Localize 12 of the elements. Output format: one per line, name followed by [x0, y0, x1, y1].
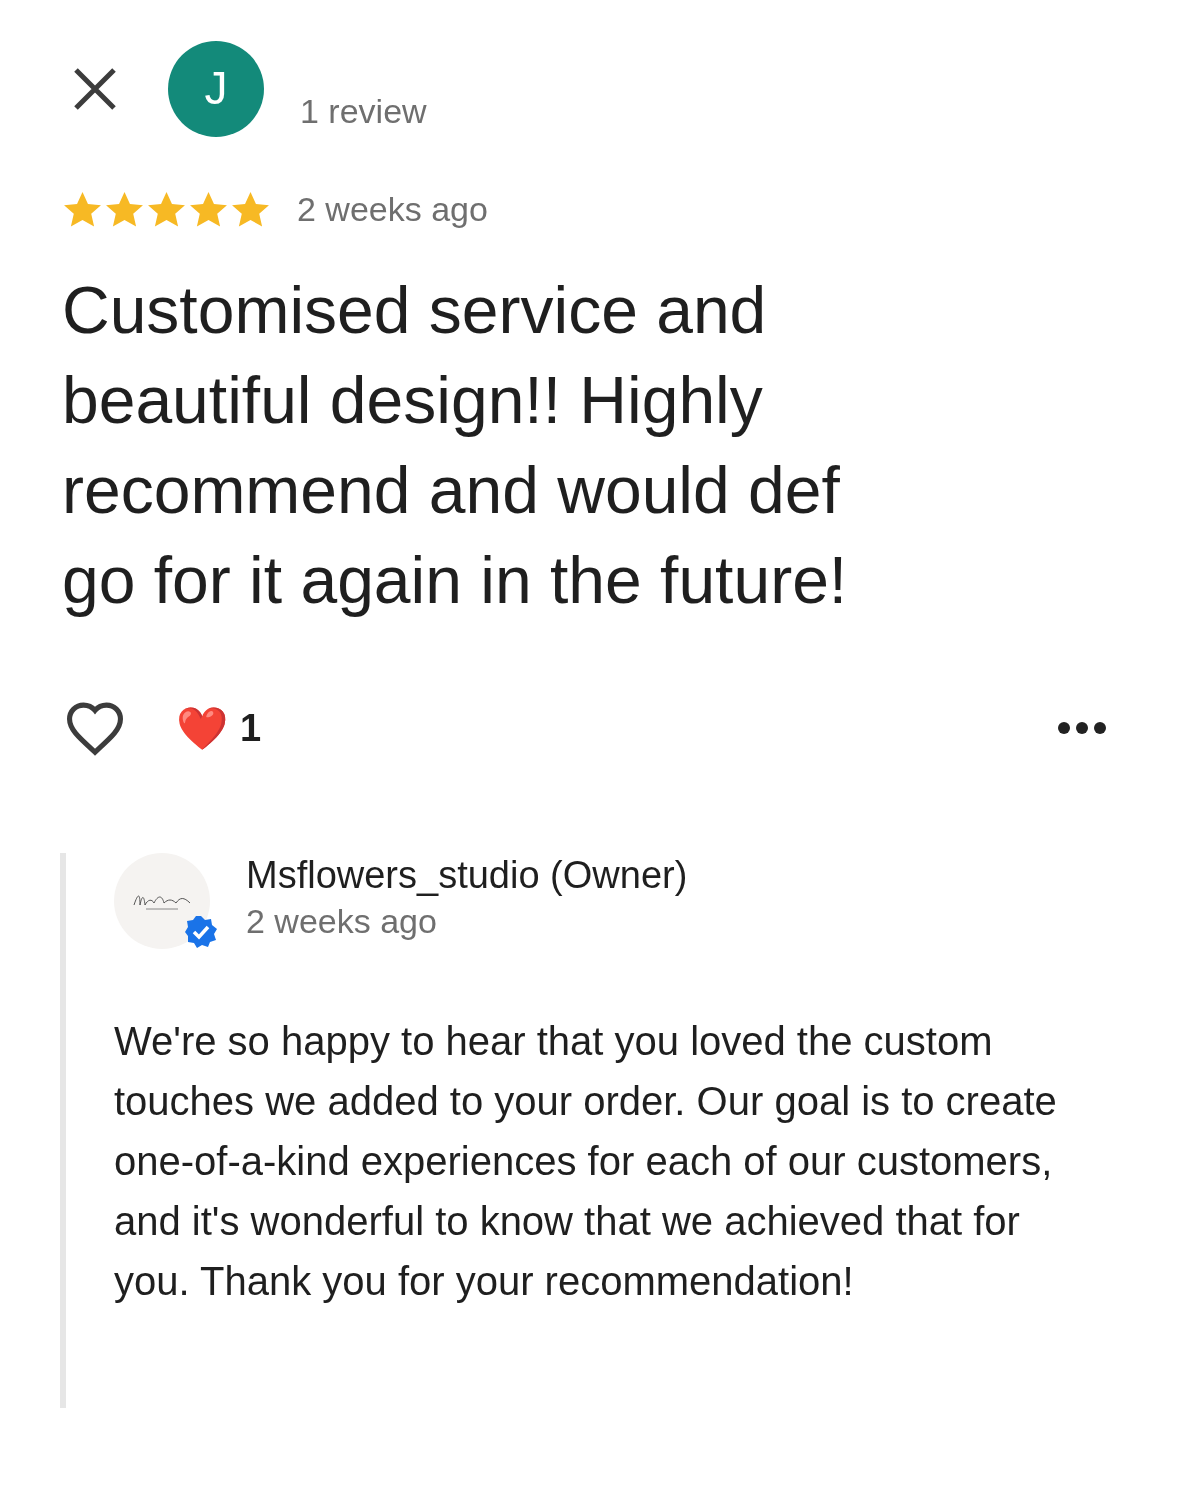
- heart-icon: [64, 700, 126, 756]
- avatar[interactable]: J: [168, 40, 264, 137]
- reply-time: 2 weeks ago: [246, 901, 438, 942]
- review-time: 2 weeks ago: [297, 189, 488, 230]
- review-count: 1 review: [300, 91, 427, 132]
- reply-text: We're so happy to hear that you loved the custom touches we added to your order. Our goal is to create one-of-a-kind experiences for each of our customers, and it's wonderful to know that we achieved that for you. Thank you for your recommendation!: [114, 1018, 1058, 1305]
- reaction-count: 1: [240, 705, 262, 751]
- close-icon: [72, 65, 118, 112]
- more-icon: [1057, 721, 1107, 735]
- owner-name: Msflowers_studio (Owner): [246, 853, 688, 898]
- reaction-emoji: ❤: [176, 703, 228, 754]
- review-text: Customised service and beautiful design!! Highly recommend and would def go for it again in the future!: [62, 272, 849, 619]
